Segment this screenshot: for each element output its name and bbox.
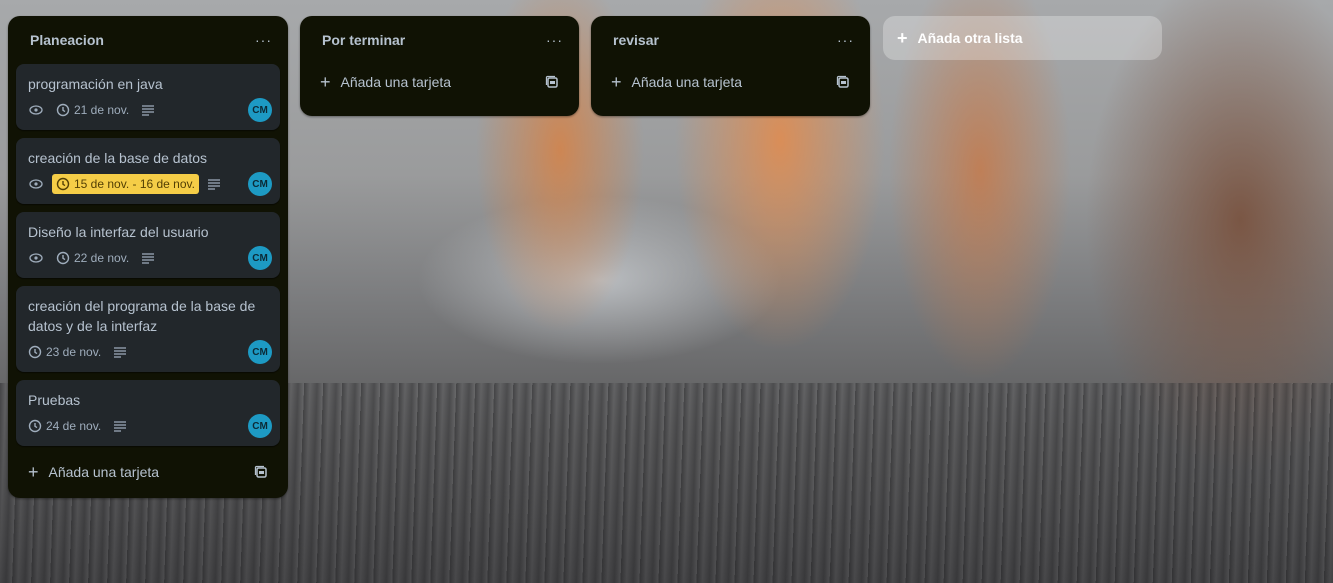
card-title: Diseño la interfaz del usuario	[28, 224, 209, 240]
template-icon[interactable]	[545, 75, 559, 89]
due-date-text: 24 de nov.	[46, 419, 102, 433]
plus-icon: +	[320, 72, 331, 92]
clock-icon	[28, 345, 42, 359]
list-menu-button[interactable]: ···	[837, 32, 854, 48]
avatar[interactable]: CM	[248, 340, 272, 364]
add-card-button[interactable]: + Añada una tarjeta	[308, 66, 571, 98]
card-title: creación de la base de datos	[28, 150, 208, 166]
clock-icon	[56, 177, 70, 191]
avatar[interactable]: CM	[248, 414, 272, 438]
card-title: programación en java	[28, 76, 163, 92]
list-header[interactable]: revisar ···	[591, 16, 870, 64]
due-date-text: 21 de nov.	[74, 103, 130, 117]
description-icon	[113, 346, 127, 358]
due-date-text: 22 de nov.	[74, 251, 130, 265]
card[interactable]: Diseño la interfaz del usuario 22 de nov…	[16, 212, 280, 278]
due-date-badge[interactable]: 22 de nov.	[52, 248, 133, 268]
list-menu-button[interactable]: ···	[255, 32, 272, 48]
avatar[interactable]: CM	[248, 246, 272, 270]
add-card-label: Añada una tarjeta	[340, 74, 452, 90]
card-title: creación del programa de la base de dato…	[28, 298, 256, 334]
card[interactable]: programación en java 21 de nov. CM	[16, 64, 280, 130]
description-icon	[207, 178, 221, 190]
description-icon	[141, 104, 155, 116]
due-date-badge[interactable]: 23 de nov.	[28, 342, 105, 362]
template-icon[interactable]	[836, 75, 850, 89]
avatar[interactable]: CM	[248, 98, 272, 122]
template-icon[interactable]	[254, 465, 268, 479]
add-card-button[interactable]: + Añada una tarjeta	[599, 66, 862, 98]
list-header[interactable]: Planeacion ···	[8, 16, 288, 64]
add-card-button[interactable]: + Añada una tarjeta	[16, 456, 280, 488]
clock-icon	[56, 251, 70, 265]
due-date-text: 23 de nov.	[46, 345, 102, 359]
add-card-label: Añada una tarjeta	[48, 464, 160, 480]
clock-icon	[56, 103, 70, 117]
plus-icon: +	[28, 462, 39, 482]
due-date-text: 15 de nov. - 16 de nov.	[74, 177, 195, 191]
add-card-label: Añada una tarjeta	[631, 74, 743, 90]
avatar[interactable]: CM	[248, 172, 272, 196]
card[interactable]: Pruebas 24 de nov. CM	[16, 380, 280, 446]
card-title: Pruebas	[28, 392, 81, 408]
eye-icon	[28, 102, 44, 118]
plus-icon: +	[611, 72, 622, 92]
plus-icon: +	[897, 28, 908, 48]
list-planeacion: Planeacion ··· programación en java 21 d…	[8, 16, 288, 498]
list-title[interactable]: revisar	[613, 32, 659, 48]
list-menu-button[interactable]: ···	[546, 32, 563, 48]
eye-icon	[28, 176, 44, 192]
description-icon	[141, 252, 155, 264]
due-date-badge[interactable]: 15 de nov. - 16 de nov.	[52, 174, 199, 194]
clock-icon	[28, 419, 42, 433]
list-title[interactable]: Planeacion	[30, 32, 104, 48]
list-title[interactable]: Por terminar	[322, 32, 405, 48]
card[interactable]: creación de la base de datos 15 de nov. …	[16, 138, 280, 204]
list-header[interactable]: Por terminar ···	[300, 16, 579, 64]
due-date-badge[interactable]: 21 de nov.	[52, 100, 133, 120]
list-por-terminar: Por terminar ··· + Añada una tarjeta	[300, 16, 579, 116]
list-revisar: revisar ··· + Añada una tarjeta	[591, 16, 870, 116]
due-date-badge[interactable]: 24 de nov.	[28, 416, 105, 436]
eye-icon	[28, 250, 44, 266]
add-list-button[interactable]: + Añada otra lista	[883, 16, 1162, 60]
add-list-label: Añada otra lista	[917, 30, 1023, 46]
description-icon	[113, 420, 127, 432]
card[interactable]: creación del programa de la base de dato…	[16, 286, 280, 372]
